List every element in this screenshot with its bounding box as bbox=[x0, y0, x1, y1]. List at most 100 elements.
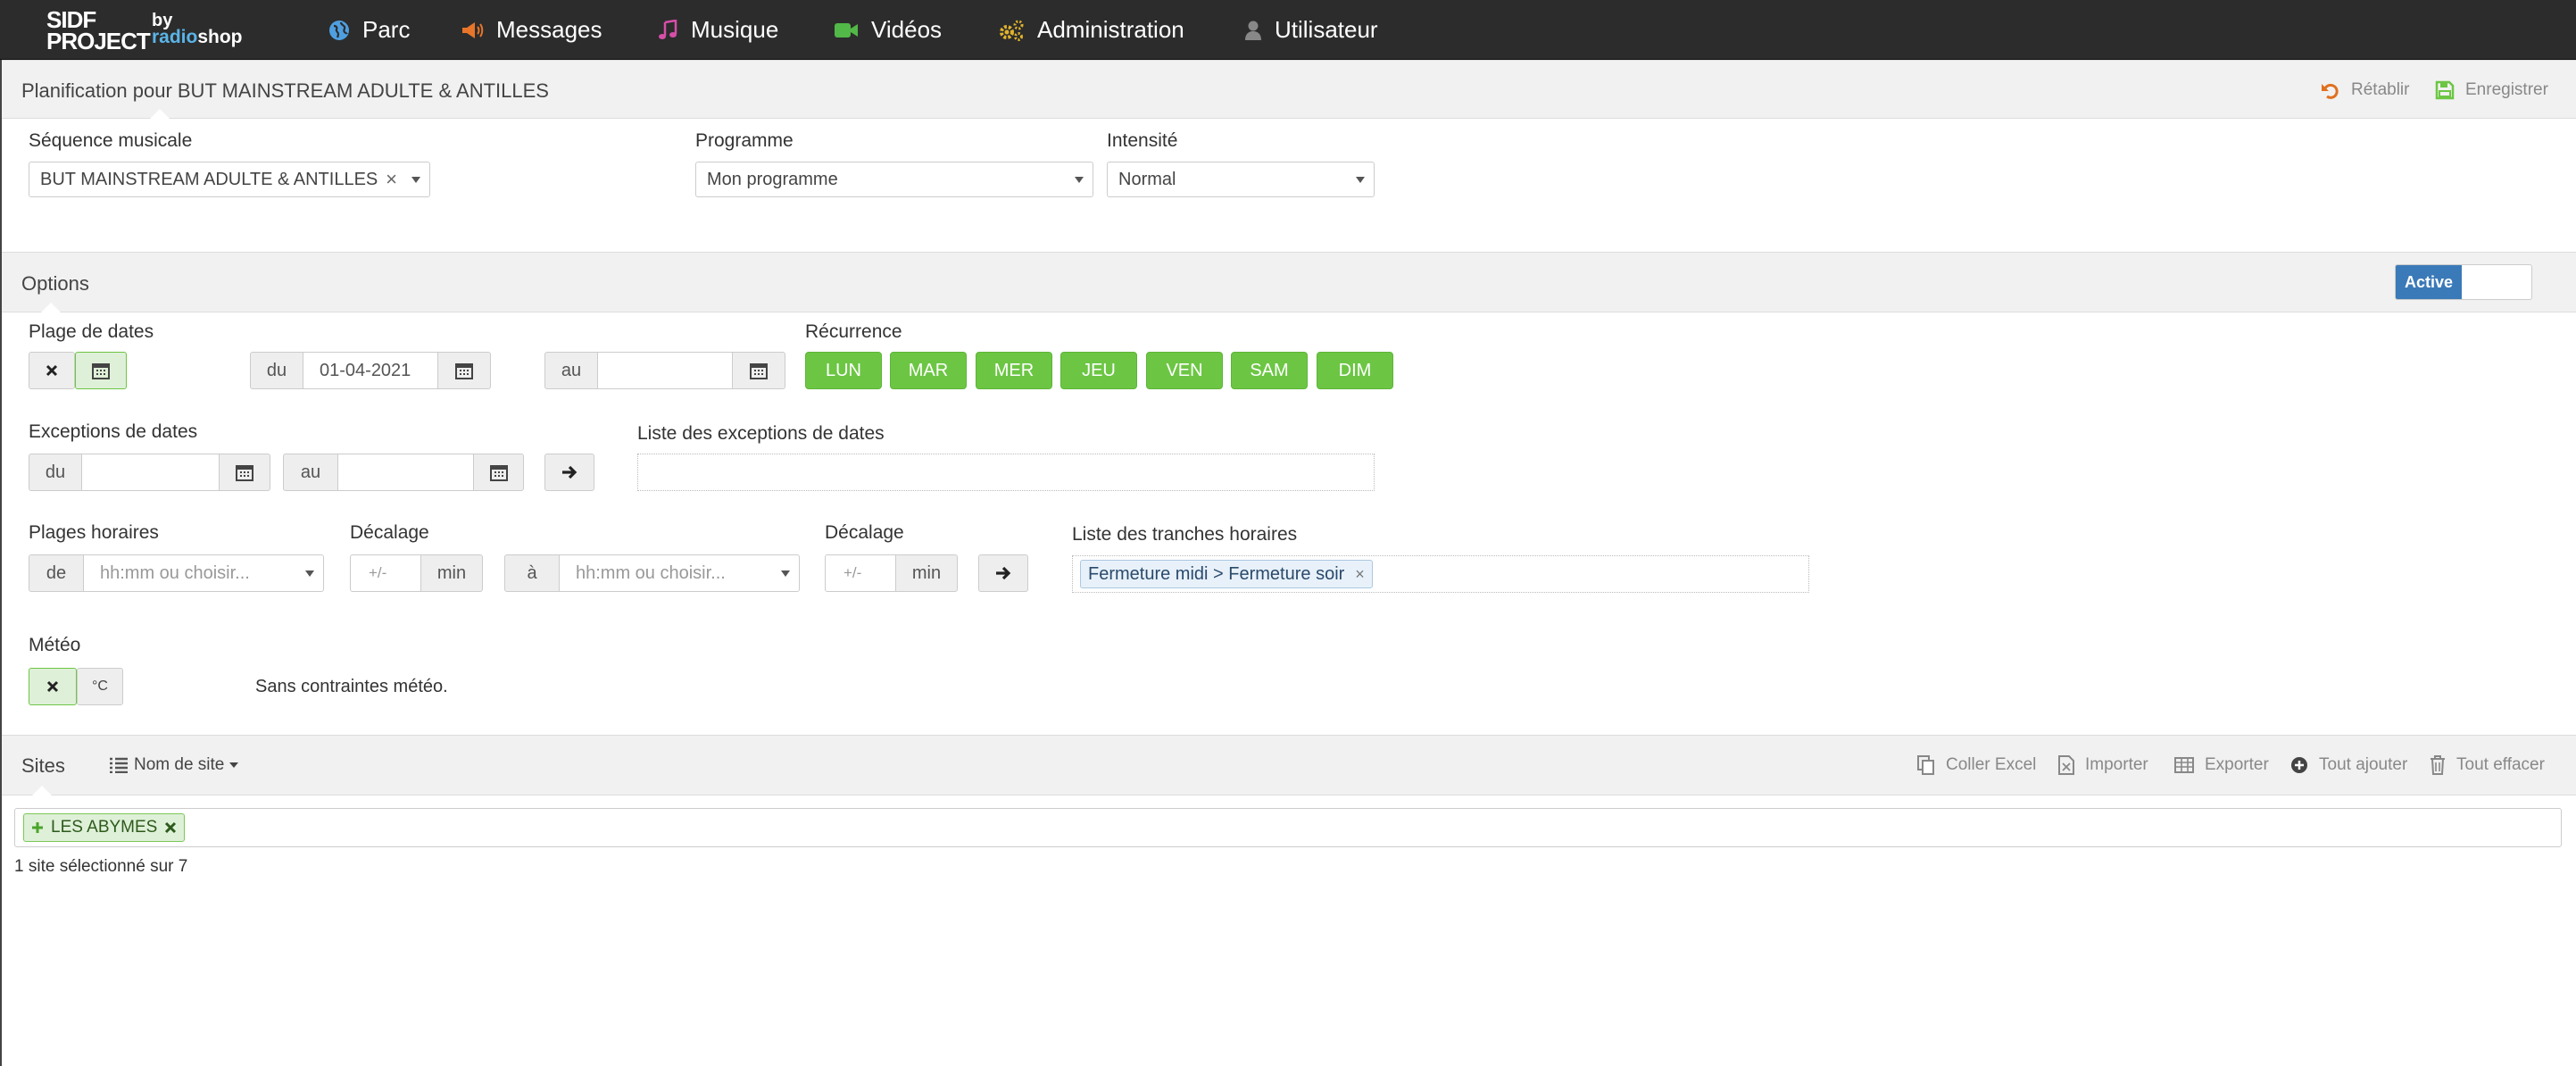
nav-musique[interactable]: Musique bbox=[657, 0, 778, 60]
add-exception-button[interactable] bbox=[544, 454, 594, 491]
sites-tab-caret bbox=[31, 785, 53, 795]
remove-icon[interactable]: × bbox=[1355, 565, 1365, 584]
date-to-addon: au bbox=[544, 352, 598, 389]
nav-parc[interactable]: Parc bbox=[328, 0, 410, 60]
calendar-icon bbox=[236, 465, 253, 481]
sequence-value: BUT MAINSTREAM ADULTE & ANTILLES bbox=[40, 169, 378, 189]
clear-all-label: Tout effacer bbox=[2456, 755, 2545, 774]
reset-button[interactable]: Rétablir bbox=[2321, 80, 2409, 100]
user-icon bbox=[1245, 21, 1261, 40]
options-tab-caret bbox=[40, 302, 62, 312]
list-icon bbox=[110, 757, 128, 773]
time-from-placeholder: hh:mm ou choisir... bbox=[100, 562, 250, 583]
chevron-down-icon bbox=[1075, 177, 1084, 183]
site-tag[interactable]: LES ABYMES bbox=[23, 813, 186, 842]
clear-all-button[interactable]: Tout effacer bbox=[2430, 755, 2545, 775]
trash-icon bbox=[2431, 755, 2445, 775]
day-button-dim[interactable]: DIM bbox=[1317, 352, 1393, 389]
sort-dropdown[interactable]: Nom de site bbox=[109, 755, 239, 775]
day-button-mar[interactable]: MAR bbox=[890, 352, 967, 389]
sites-selection-box[interactable] bbox=[14, 808, 2562, 847]
exceptions-to-addon: au bbox=[283, 454, 338, 491]
weather-celsius-button[interactable]: °C bbox=[77, 668, 123, 705]
calendar-icon bbox=[750, 363, 768, 379]
nav-utilisateur[interactable]: Utilisateur bbox=[1244, 0, 1378, 60]
paste-excel-button[interactable]: Coller Excel bbox=[1917, 755, 2036, 775]
intensity-select[interactable]: Normal bbox=[1107, 162, 1375, 197]
nav-videos[interactable]: Vidéos bbox=[834, 0, 942, 60]
day-button-mer[interactable]: MER bbox=[976, 352, 1052, 389]
date-to-calendar-button[interactable] bbox=[732, 352, 785, 389]
nav-parc-label: Parc bbox=[362, 16, 411, 43]
time-to-addon: à bbox=[504, 554, 560, 592]
chevron-down-icon bbox=[781, 570, 790, 577]
import-label: Importer bbox=[2085, 755, 2148, 774]
day-button-jeu[interactable]: JEU bbox=[1060, 352, 1137, 389]
day-button-ven[interactable]: VEN bbox=[1146, 352, 1223, 389]
logo-radioshop: radioshop bbox=[152, 27, 243, 48]
clear-icon[interactable]: × bbox=[386, 168, 397, 191]
date-from-calendar-button[interactable] bbox=[437, 352, 491, 389]
table-icon bbox=[2174, 757, 2194, 773]
offset-input-2[interactable]: +/- bbox=[825, 554, 896, 592]
offset-label-1: Décalage bbox=[350, 522, 429, 543]
add-time-slot-button[interactable] bbox=[978, 554, 1028, 592]
date-range-enable-button[interactable] bbox=[75, 352, 127, 389]
logo-shop: shop bbox=[197, 27, 243, 47]
time-slots-list-box[interactable]: Fermeture midi > Fermeture soir × bbox=[1072, 555, 1809, 593]
exceptions-to-calendar-button[interactable] bbox=[473, 454, 524, 491]
day-button-lun[interactable]: LUN bbox=[805, 352, 882, 389]
date-range-disable-button[interactable] bbox=[29, 352, 75, 389]
chevron-down-icon bbox=[1356, 177, 1365, 183]
offset-label-2: Décalage bbox=[825, 522, 904, 543]
save-button[interactable]: Enregistrer bbox=[2435, 80, 2548, 100]
exceptions-to-input[interactable] bbox=[337, 454, 474, 491]
floppy-disk-icon bbox=[2435, 80, 2455, 100]
offset-input-1[interactable]: +/- bbox=[350, 554, 421, 592]
brand-logo[interactable]: SIDF PROJECT by radioshop bbox=[46, 7, 243, 54]
chevron-down-icon bbox=[411, 177, 420, 183]
weather-label: Météo bbox=[29, 635, 81, 655]
time-to-select[interactable]: hh:mm ou choisir... bbox=[559, 554, 800, 592]
file-import-icon bbox=[2058, 755, 2074, 775]
nav-administration[interactable]: Administration bbox=[998, 0, 1184, 60]
sequence-label: Séquence musicale bbox=[29, 130, 193, 151]
globe-icon bbox=[329, 20, 349, 40]
exceptions-list-box[interactable] bbox=[637, 454, 1375, 491]
megaphone-icon bbox=[462, 21, 484, 38]
planning-header: Planification pour BUT MAINSTREAM ADULTE… bbox=[0, 60, 2576, 119]
add-all-label: Tout ajouter bbox=[2319, 755, 2408, 774]
program-select[interactable]: Mon programme bbox=[695, 162, 1093, 197]
copy-icon bbox=[1917, 755, 1934, 775]
remove-icon[interactable] bbox=[164, 821, 177, 834]
time-slot-tag[interactable]: Fermeture midi > Fermeture soir × bbox=[1080, 560, 1373, 588]
export-button[interactable]: Exporter bbox=[2174, 755, 2269, 775]
date-from-addon: du bbox=[250, 352, 303, 389]
calendar-icon bbox=[455, 363, 473, 379]
nav-messages[interactable]: Messages bbox=[461, 0, 602, 60]
sequence-select[interactable]: BUT MAINSTREAM ADULTE & ANTILLES × bbox=[29, 162, 430, 197]
recurrence-label: Récurrence bbox=[805, 321, 902, 342]
import-button[interactable]: Importer bbox=[2058, 755, 2148, 775]
active-toggle[interactable]: Active bbox=[2395, 264, 2532, 300]
add-all-button[interactable]: Tout ajouter bbox=[2290, 755, 2407, 775]
exceptions-from-input[interactable] bbox=[81, 454, 220, 491]
time-slot-tag-label: Fermeture midi > Fermeture soir bbox=[1088, 563, 1345, 584]
logo-line2: PROJECT bbox=[46, 28, 151, 54]
header-tab-caret bbox=[149, 108, 170, 119]
offset-min-addon-2: min bbox=[895, 554, 958, 592]
exceptions-from-calendar-button[interactable] bbox=[219, 454, 270, 491]
page-left-border bbox=[0, 60, 2, 1066]
weather-status-text: Sans contraintes météo. bbox=[255, 677, 448, 696]
day-button-sam[interactable]: SAM bbox=[1231, 352, 1308, 389]
save-label: Enregistrer bbox=[2465, 80, 2548, 99]
close-icon bbox=[46, 680, 59, 693]
intensity-value: Normal bbox=[1118, 169, 1176, 189]
date-from-input[interactable]: 01-04-2021 bbox=[303, 352, 438, 389]
weather-disable-button[interactable] bbox=[29, 668, 77, 705]
time-from-select[interactable]: hh:mm ou choisir... bbox=[83, 554, 324, 592]
nav-musique-label: Musique bbox=[691, 16, 779, 43]
date-to-input[interactable] bbox=[597, 352, 733, 389]
sites-count-text: 1 site sélectionné sur 7 bbox=[14, 857, 188, 876]
intensity-label: Intensité bbox=[1107, 130, 1178, 151]
